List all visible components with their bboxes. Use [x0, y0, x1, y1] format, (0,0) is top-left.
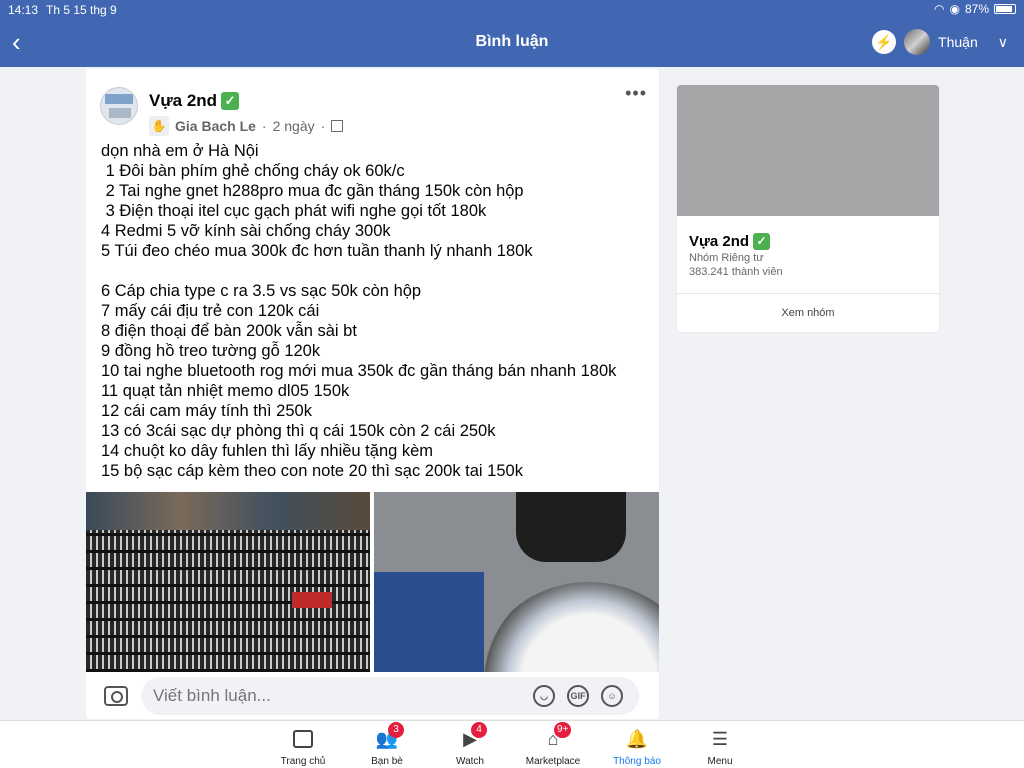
- nav-item-notifications[interactable]: 🔔 Thông báo: [597, 725, 677, 767]
- header-right: ⚡ Thuận ∨: [872, 29, 1008, 55]
- nav-item-marketplace[interactable]: ⌂ 9+ Marketplace: [513, 722, 593, 767]
- post-line: 15 bộ sạc cáp kèm theo con note 20 thì s…: [101, 462, 523, 480]
- post-line: 9 đồng hồ treo tường gỗ 120k: [101, 342, 321, 360]
- emoji-icon[interactable]: ☺: [601, 685, 623, 707]
- page-title: Bình luận: [475, 33, 549, 50]
- sticker-icon[interactable]: ◡: [533, 685, 555, 707]
- battery-icon: [994, 4, 1016, 14]
- top-bar: 14:13 Th 5 15 thg 9 ◠ ◉ 87% ‹ Bình luận …: [0, 0, 1024, 67]
- friends-icon: 👥 3: [374, 722, 404, 750]
- post-line: 1 Đôi bàn phím ghẻ chống cháy ok 60k/c: [101, 162, 405, 180]
- nav-item-friends[interactable]: 👥 3 Bạn bè: [347, 722, 427, 767]
- bell-icon: 🔔: [625, 729, 649, 749]
- post-group-name[interactable]: Vựa 2nd ✓: [149, 91, 240, 111]
- post-line: 7 mấy cái địu trẻ con 120k cái: [101, 302, 320, 320]
- nav-label: Watch: [456, 756, 484, 767]
- post-line: 2 Tai nghe gnet h288pro mua đc gần tháng…: [101, 182, 524, 200]
- nav-label: Bạn bè: [371, 756, 403, 767]
- post-line: 8 điện thoại để bàn 200k vẫn sài bt: [101, 322, 357, 340]
- watch-icon: ▶ 4: [457, 722, 487, 750]
- post-line: 14 chuột ko dây fuhlen thì lấy nhiều tặn…: [101, 442, 434, 460]
- avatar[interactable]: [904, 29, 931, 55]
- post-line: 3 Điện thoại itel cục gạch phát wifi ngh…: [101, 202, 487, 220]
- post-line: 6 Cáp chia type c ra 3.5 vs sạc 50k còn …: [101, 282, 422, 300]
- view-group-button[interactable]: Xem nhóm: [677, 293, 939, 332]
- more-options-icon[interactable]: •••: [625, 83, 647, 104]
- post-line: 10 tai nghe bluetooth rog mới mua 350k đ…: [101, 362, 617, 380]
- post-line: 12 cái cam máy tính thì 250k: [101, 402, 312, 420]
- check-mark-icon: ✓: [221, 92, 240, 110]
- post-photo-keyboard[interactable]: [86, 492, 370, 672]
- nav-item-home[interactable]: Trang chủ: [263, 725, 343, 767]
- post-group-name-text[interactable]: Vựa 2nd: [149, 91, 217, 111]
- user-name[interactable]: Thuận: [938, 34, 978, 50]
- nav-item-watch[interactable]: ▶ 4 Watch: [430, 722, 510, 767]
- home-icon: [290, 728, 316, 750]
- messenger-icon[interactable]: ⚡: [872, 30, 897, 54]
- check-mark-icon: ✓: [753, 233, 771, 250]
- battery-percent: 87%: [964, 2, 989, 16]
- post-line: 4 Redmi 5 vỡ kính sài chống cháy 300k: [101, 222, 391, 240]
- nav-badge: 4: [471, 722, 487, 738]
- nav-badge: 3: [388, 722, 404, 738]
- status-time: 14:13: [8, 3, 39, 17]
- group-privacy-icon: [331, 120, 344, 132]
- nav-label: Menu: [707, 756, 733, 767]
- group-card: Vựa 2nd ✓ Nhóm Riêng tư 383.241 thành vi…: [677, 85, 939, 332]
- post-line: 5 Túi đeo chéo mua 300k đc hơn tuần than…: [101, 242, 533, 260]
- post-card: Vựa 2nd ✓ ✋ Gia Bach Le · 2 ngày · ••• d…: [86, 69, 659, 719]
- post-line: dọn nhà em ở Hà Nội: [101, 142, 259, 160]
- bottom-nav: Trang chủ 👥 3 Bạn bè ▶ 4 Watch ⌂ 9+ Marketp…: [0, 720, 1024, 768]
- status-right: ◠ ◉ 87%: [934, 2, 1016, 16]
- group-card-name-text[interactable]: Vựa 2nd: [689, 233, 749, 250]
- nav-badge: 9+: [554, 722, 572, 738]
- nav-label: Thông báo: [613, 756, 661, 767]
- meta-separator-2: ·: [320, 118, 326, 134]
- nav-item-menu[interactable]: ☰ Menu: [680, 725, 760, 767]
- location-icon: ◉: [949, 2, 960, 16]
- gif-icon[interactable]: GIF: [567, 685, 589, 707]
- menu-icon: ☰: [711, 729, 729, 749]
- post-line: [101, 261, 651, 281]
- camera-icon[interactable]: [104, 686, 128, 706]
- post-time[interactable]: 2 ngày: [273, 118, 315, 134]
- group-avatar[interactable]: [100, 87, 138, 125]
- group-cover-image[interactable]: [677, 85, 939, 216]
- group-members: 383.241 thành viên: [689, 266, 783, 278]
- marketplace-icon: ⌂ 9+: [540, 722, 572, 750]
- nav-label: Marketplace: [525, 756, 581, 767]
- post-line: 11 quạt tản nhiệt memo dl05 150k: [101, 382, 350, 400]
- chevron-down-icon[interactable]: ∨: [998, 34, 1008, 51]
- wifi-icon: ◠: [934, 2, 945, 16]
- meta-separator: ·: [261, 118, 267, 134]
- comment-input[interactable]: [141, 677, 639, 715]
- status-date: Th 5 15 thg 9: [46, 3, 117, 17]
- post-meta: ✋ Gia Bach Le · 2 ngày ·: [149, 116, 344, 136]
- group-type: Nhóm Riêng tư: [689, 252, 764, 264]
- post-line: 13 có 3cái sạc dự phòng thì q cái 150k c…: [101, 422, 496, 440]
- author-avatar[interactable]: ✋: [149, 116, 169, 136]
- post-photo-headset[interactable]: [374, 492, 659, 672]
- post-text: dọn nhà em ở Hà Nội 1 Đôi bàn phím ghẻ c…: [101, 141, 651, 481]
- group-card-name[interactable]: Vựa 2nd ✓: [689, 233, 771, 250]
- nav-label: Trang chủ: [280, 756, 326, 767]
- post-author[interactable]: Gia Bach Le: [175, 118, 256, 134]
- status-bar: 14:13 Th 5 15 thg 9 ◠ ◉ 87%: [0, 0, 1024, 18]
- comment-bar: ◡ GIF ☺: [86, 672, 659, 719]
